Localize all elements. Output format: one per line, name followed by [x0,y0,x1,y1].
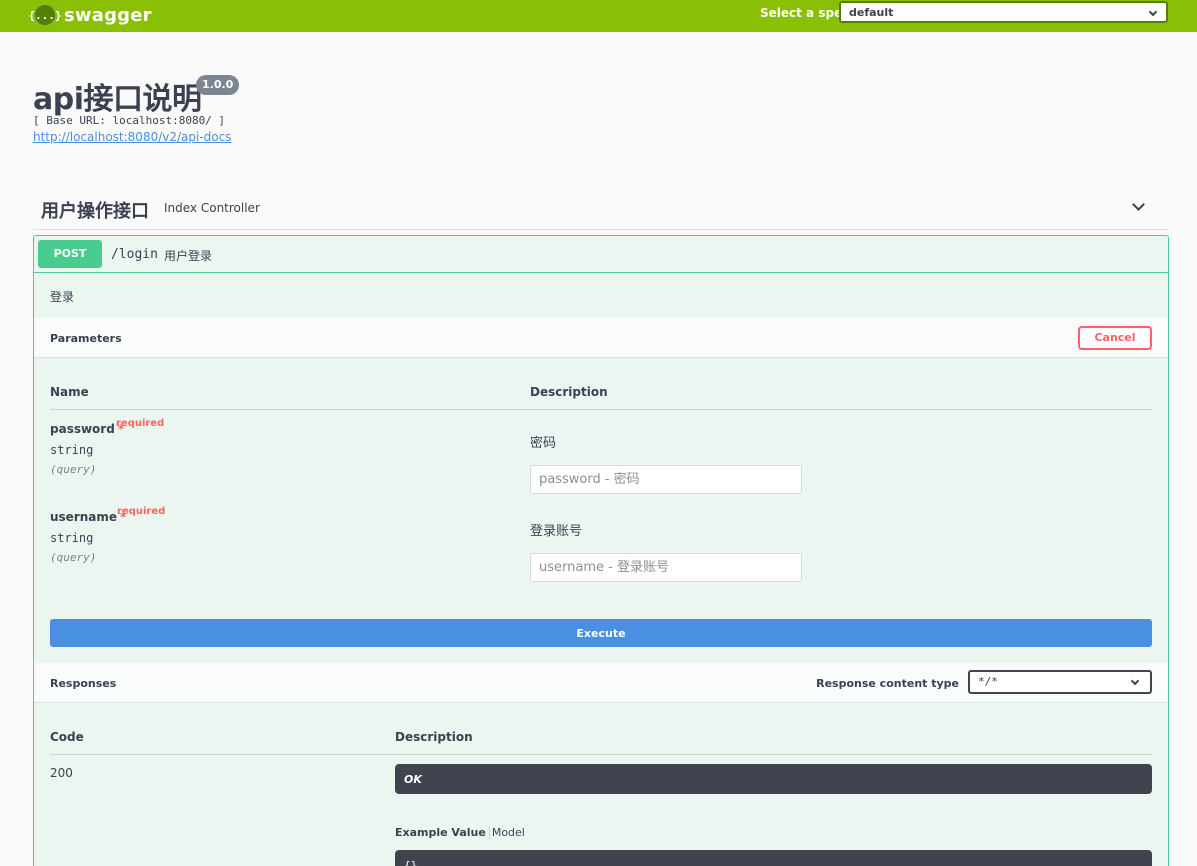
param-name-username: username * [50,510,126,524]
response-description: OK [395,764,1152,794]
param-name-password: password * [50,422,124,436]
select-spec-label: Select a spec [760,6,850,20]
tag-name: 用户操作接口 [41,201,149,222]
param-in: (query) [50,551,97,564]
param-name-text: password [50,422,115,436]
cancel-button[interactable]: Cancel [1078,326,1152,350]
execute-button[interactable]: Execute [50,619,1152,647]
param-in: (query) [50,463,97,476]
topbar: {...} swagger Select a spec default [0,0,1197,32]
page-title: api接口说明 [33,82,202,117]
divider [50,754,1152,755]
param-description: 登录账号 [530,524,583,539]
param-description: 密码 [530,436,557,451]
tag-description: Index Controller [164,201,260,215]
swagger-logo-text: swagger [64,4,152,26]
chevron-down-icon [1148,7,1158,17]
operation-path: /login [111,247,158,262]
api-docs-link[interactable]: http://localhost:8080/v2/api-docs [33,130,231,144]
example-tabs: Example Value Model [395,826,525,839]
operation-block: POST /login 用户登录 登录 Parameters Cancel Na… [33,235,1169,866]
tab-example-value[interactable]: Example Value [395,826,490,839]
response-content-type-value: */* [978,675,998,688]
parameters-header: Parameters Cancel [34,318,1168,358]
version-badge: 1.0.0 [196,75,240,95]
responses-title: Responses [50,677,117,690]
response-description-text: OK [404,773,422,786]
operation-summary[interactable]: POST /login 用户登录 [34,236,1168,273]
swagger-logo[interactable]: {...} swagger [28,3,152,27]
col-name-header: Name [50,385,89,399]
swagger-logo-icon: {...} [28,4,62,26]
chevron-down-icon[interactable] [1132,198,1145,211]
spec-select-value: default [849,6,894,19]
tab-model[interactable]: Model [490,826,525,839]
tag-header[interactable]: 用户操作接口 Index Controller [33,190,1169,230]
response-content-type-label: Response content type [816,677,959,690]
parameters-title: Parameters [50,332,122,345]
chevron-down-icon [1130,676,1140,686]
required-label: required [116,418,165,429]
example-value-code: {} [395,850,1152,866]
param-type: string [50,531,94,545]
username-input[interactable] [530,553,802,582]
param-name-text: username [50,510,118,524]
param-type: string [50,443,94,457]
operation-description: 登录 [50,290,75,304]
response-content-type-select[interactable]: */* [968,670,1152,694]
password-input[interactable] [530,465,802,494]
divider [50,409,1152,410]
base-url: [ Base URL: localhost:8080/ ] [33,114,226,127]
operation-summary-text: 用户登录 [164,249,213,263]
col-description-header: Description [530,385,608,399]
response-description-col-header: Description [395,730,473,744]
required-label: required [117,506,166,517]
spec-select[interactable]: default [839,1,1168,23]
responses-header: Responses Response content type */* [34,663,1168,703]
method-badge: POST [38,240,102,268]
code-col-header: Code [50,730,84,744]
response-code: 200 [50,766,73,780]
